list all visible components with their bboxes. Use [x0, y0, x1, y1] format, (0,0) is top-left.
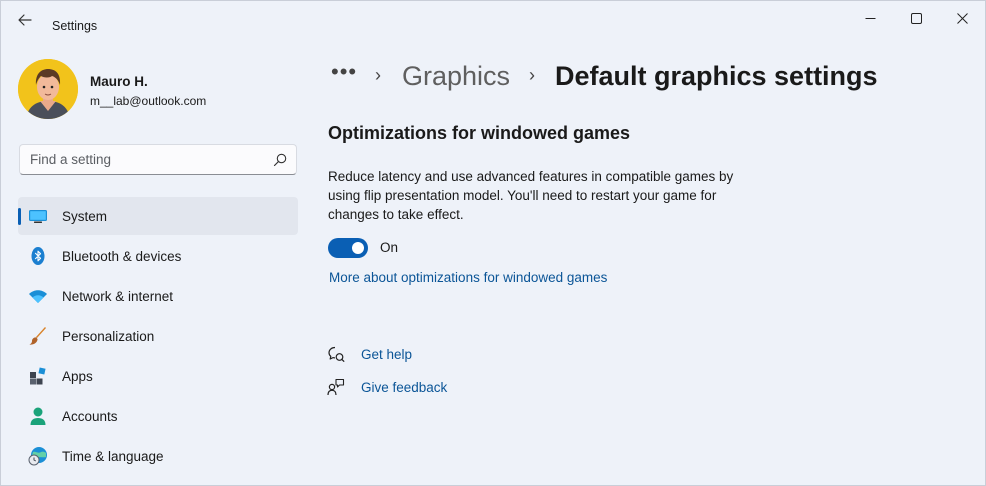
brush-icon	[29, 327, 46, 345]
sidebar-item-label: Personalization	[62, 328, 155, 344]
sidebar-item-label: Apps	[62, 368, 93, 384]
avatar[interactable]	[18, 59, 78, 119]
minimize-icon	[865, 17, 875, 19]
get-help-link[interactable]: Get help	[361, 347, 412, 362]
sidebar-item-system[interactable]: System	[18, 197, 298, 235]
breadcrumb-parent-link[interactable]: Graphics	[402, 61, 510, 92]
chevron-right-icon: ›	[529, 65, 535, 85]
feedback-icon	[327, 378, 345, 396]
system-icon	[29, 210, 47, 223]
title-bar: Settings	[1, 1, 985, 37]
give-feedback-link[interactable]: Give feedback	[361, 380, 447, 395]
sidebar-item-personalization[interactable]: Personalization	[18, 317, 298, 355]
apps-icon	[30, 367, 46, 385]
sidebar-item-label: Accounts	[62, 408, 118, 424]
sidebar-item-label: Network & internet	[62, 288, 174, 304]
close-button[interactable]	[939, 1, 985, 35]
accounts-icon	[30, 407, 46, 425]
user-avatar-icon	[18, 59, 78, 119]
search-input[interactable]	[20, 145, 260, 174]
user-email: m__lab@outlook.com	[90, 94, 207, 108]
sidebar-item-accounts[interactable]: Accounts	[18, 397, 298, 435]
get-help-icon	[328, 346, 345, 362]
maximize-icon	[910, 12, 922, 24]
sidebar-nav: System Bluetooth & devices Network & int…	[18, 197, 298, 477]
section-title: Optimizations for windowed games	[328, 123, 631, 143]
time-language-icon	[28, 447, 47, 466]
sidebar-item-label: Time & language	[62, 448, 164, 464]
close-icon	[956, 12, 968, 24]
more-info-link[interactable]: More about optimizations for windowed ga…	[329, 270, 607, 285]
page-title: Default graphics settings	[555, 61, 878, 91]
minimize-button[interactable]	[847, 1, 893, 35]
back-arrow-icon	[18, 14, 32, 26]
user-name: Mauro H.	[90, 74, 148, 89]
sidebar-item-network[interactable]: Network & internet	[18, 277, 298, 315]
settings-window: Settings Mauro H. m__lab@outlook.com Fin…	[0, 0, 986, 486]
search-icon[interactable]	[272, 152, 288, 168]
sidebar-item-bluetooth[interactable]: Bluetooth & devices	[18, 237, 298, 275]
toggle-state-label: On	[380, 240, 399, 255]
wifi-icon	[29, 290, 47, 303]
sidebar-item-apps[interactable]: Apps	[18, 357, 298, 395]
section-description: Reduce latency and use advanced features…	[328, 169, 734, 222]
windowed-games-toggle[interactable]	[328, 238, 368, 258]
window-title: Settings	[52, 19, 98, 33]
sidebar-item-time-language[interactable]: Time & language	[18, 437, 298, 475]
sidebar-item-label: System	[62, 208, 108, 224]
breadcrumb-overflow-button[interactable]: •••	[331, 59, 357, 85]
bluetooth-icon	[31, 247, 45, 265]
selection-indicator	[18, 208, 21, 225]
maximize-button[interactable]	[893, 1, 939, 35]
sidebar-item-label: Bluetooth & devices	[62, 248, 182, 264]
search-box	[19, 144, 297, 175]
back-button[interactable]	[11, 9, 39, 31]
toggle-knob	[352, 242, 364, 254]
chevron-right-icon: ›	[375, 65, 381, 85]
